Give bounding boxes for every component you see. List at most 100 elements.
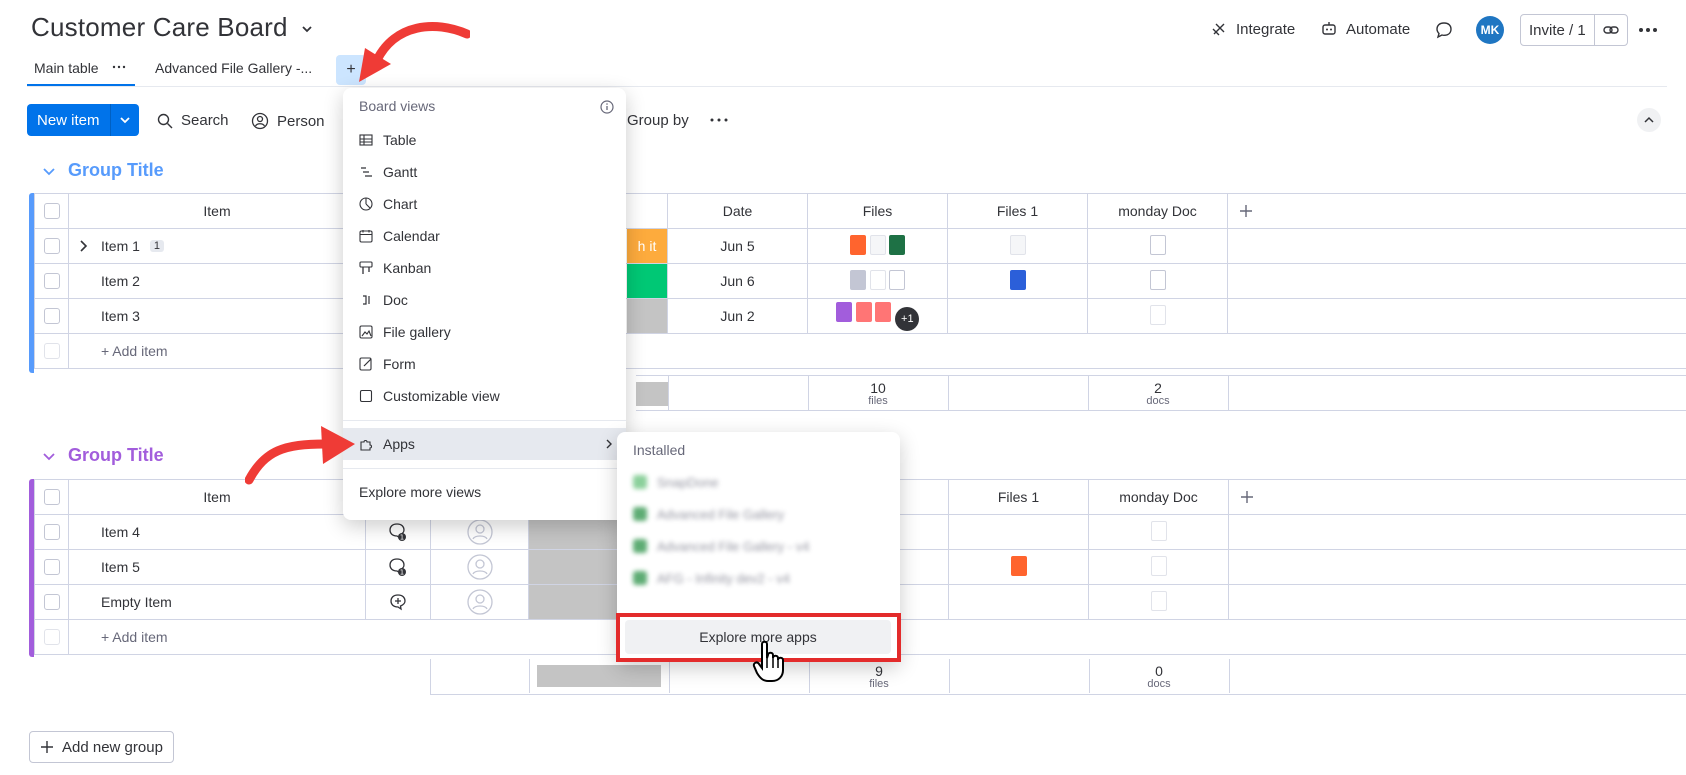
item-name[interactable]: Item 1	[101, 238, 140, 254]
files1-cell[interactable]	[947, 228, 1088, 264]
files-cell[interactable]	[807, 228, 948, 264]
select-all-checkbox[interactable]	[34, 193, 69, 229]
files-cell[interactable]: +1	[807, 298, 948, 334]
menu-item-file-gallery[interactable]: File gallery	[343, 316, 626, 348]
person-filter-button[interactable]: Person	[251, 112, 325, 130]
add-new-group-button[interactable]: Add new group	[29, 731, 174, 763]
installed-app-item[interactable]: SnapDone	[633, 472, 718, 492]
collapse-toolbar-icon[interactable]	[1637, 108, 1661, 132]
chat-bubble-icon[interactable]	[1434, 20, 1454, 40]
row-checkbox[interactable]	[34, 263, 69, 299]
menu-item-form[interactable]: Form	[343, 348, 626, 380]
board-title[interactable]: Customer Care Board	[31, 12, 288, 43]
table-row[interactable]: Item 2 Jun 6	[34, 263, 1686, 299]
files1-cell[interactable]	[947, 298, 1088, 334]
column-header-monday-doc[interactable]: monday Doc	[1088, 479, 1229, 515]
new-item-button[interactable]: New item	[27, 104, 139, 136]
link-icon[interactable]	[1595, 21, 1627, 39]
monday-doc-cell[interactable]	[1087, 228, 1228, 264]
table-row[interactable]: Item 1 1 h it Jun 5	[34, 228, 1686, 264]
item-name[interactable]: Item 3	[68, 298, 366, 334]
avatar[interactable]: MK	[1476, 16, 1504, 44]
tab-options-icon[interactable]	[112, 62, 126, 72]
add-update-icon[interactable]	[365, 584, 431, 620]
installed-app-item[interactable]: Advanced File Gallery	[633, 504, 784, 524]
row-checkbox[interactable]	[34, 514, 69, 550]
automate-button[interactable]: Automate	[1320, 20, 1410, 38]
item-name[interactable]: Item 2	[68, 263, 366, 299]
more-files-badge[interactable]: +1	[895, 306, 920, 331]
installed-app-item[interactable]: AFG - Infinity dev2 - v4	[633, 568, 790, 588]
status-cell[interactable]	[627, 299, 667, 333]
group-by-button[interactable]: Group by	[627, 112, 689, 129]
group-title-1[interactable]: Group Title	[42, 160, 164, 181]
file-gallery-icon	[359, 325, 373, 339]
menu-item-calendar[interactable]: Calendar	[343, 220, 626, 252]
menu-item-doc[interactable]: Doc	[343, 284, 626, 316]
menu-item-gantt[interactable]: Gantt	[343, 156, 626, 188]
add-item-button[interactable]: + Add item	[68, 333, 1686, 369]
files-cell[interactable]	[807, 263, 948, 299]
invite-button[interactable]: Invite / 1	[1520, 14, 1628, 46]
integrate-button[interactable]: Integrate	[1210, 20, 1295, 38]
select-all-checkbox[interactable]	[34, 479, 69, 515]
monday-doc-cell[interactable]	[1087, 298, 1228, 334]
files1-cell[interactable]	[948, 514, 1089, 550]
robot-icon	[1320, 20, 1338, 38]
tab-advanced-file-gallery[interactable]: Advanced File Gallery -...	[155, 60, 312, 76]
item-name[interactable]: Empty Item	[68, 584, 366, 620]
monday-doc-cell[interactable]	[1087, 263, 1228, 299]
tab-main-table[interactable]: Main table	[34, 60, 99, 76]
item-name[interactable]: Item 5	[68, 549, 366, 585]
row-checkbox[interactable]	[34, 228, 69, 264]
row-checkbox[interactable]	[34, 298, 69, 334]
column-header-monday-doc[interactable]: monday Doc	[1087, 193, 1228, 229]
group-title-2[interactable]: Group Title	[42, 445, 164, 466]
files1-cell[interactable]	[947, 263, 1088, 299]
chevron-down-icon[interactable]	[300, 22, 314, 36]
menu-item-table[interactable]: Table	[343, 124, 626, 156]
status-cell[interactable]	[627, 264, 667, 298]
item-name[interactable]: Item 4	[68, 514, 366, 550]
menu-item-chart[interactable]: Chart	[343, 188, 626, 220]
more-options-icon[interactable]	[1636, 20, 1660, 40]
tabs-divider	[27, 86, 1667, 87]
files1-cell[interactable]	[948, 584, 1089, 620]
add-item-row[interactable]: + Add item	[34, 333, 1686, 369]
chevron-down-icon[interactable]	[42, 164, 56, 178]
info-icon[interactable]	[600, 100, 614, 114]
column-header-item[interactable]: Item	[68, 193, 366, 229]
date-cell[interactable]: Jun 2	[667, 298, 808, 334]
expand-subitems-icon[interactable]	[77, 239, 91, 253]
date-cell[interactable]: Jun 6	[667, 263, 808, 299]
menu-item-apps[interactable]: Apps	[343, 428, 626, 460]
chevron-down-icon[interactable]	[42, 449, 56, 463]
column-header-files1[interactable]: Files 1	[947, 193, 1088, 229]
table-row[interactable]: Item 3 Jun 2 +1	[34, 298, 1686, 334]
explore-more-views[interactable]: Explore more views	[343, 476, 626, 508]
column-header-date[interactable]: Date	[667, 193, 808, 229]
person-cell[interactable]	[430, 584, 529, 620]
table-icon	[359, 133, 373, 147]
row-checkbox[interactable]	[34, 549, 69, 585]
updates-icon[interactable]: 1	[365, 549, 431, 585]
toolbar-more-icon[interactable]	[709, 115, 729, 125]
row-checkbox[interactable]	[34, 584, 69, 620]
menu-item-customizable-view[interactable]: Customizable view	[343, 380, 626, 412]
add-column-icon[interactable]	[1227, 193, 1686, 229]
add-column-icon[interactable]	[1228, 479, 1686, 515]
status-cell[interactable]: h it	[627, 229, 667, 263]
installed-app-item[interactable]: Advanced File Gallery - v4	[633, 536, 809, 556]
column-header-files[interactable]: Files	[807, 193, 948, 229]
person-cell[interactable]	[430, 549, 529, 585]
monday-doc-cell[interactable]	[1088, 549, 1229, 585]
date-cell[interactable]: Jun 5	[667, 228, 808, 264]
files1-cell[interactable]	[948, 549, 1089, 585]
column-header-files1[interactable]: Files 1	[948, 479, 1089, 515]
monday-doc-cell[interactable]	[1088, 584, 1229, 620]
chevron-down-icon[interactable]	[111, 104, 139, 136]
file-link-icon	[849, 234, 866, 255]
search-button[interactable]: Search	[157, 112, 229, 129]
monday-doc-cell[interactable]	[1088, 514, 1229, 550]
menu-item-kanban[interactable]: Kanban	[343, 252, 626, 284]
